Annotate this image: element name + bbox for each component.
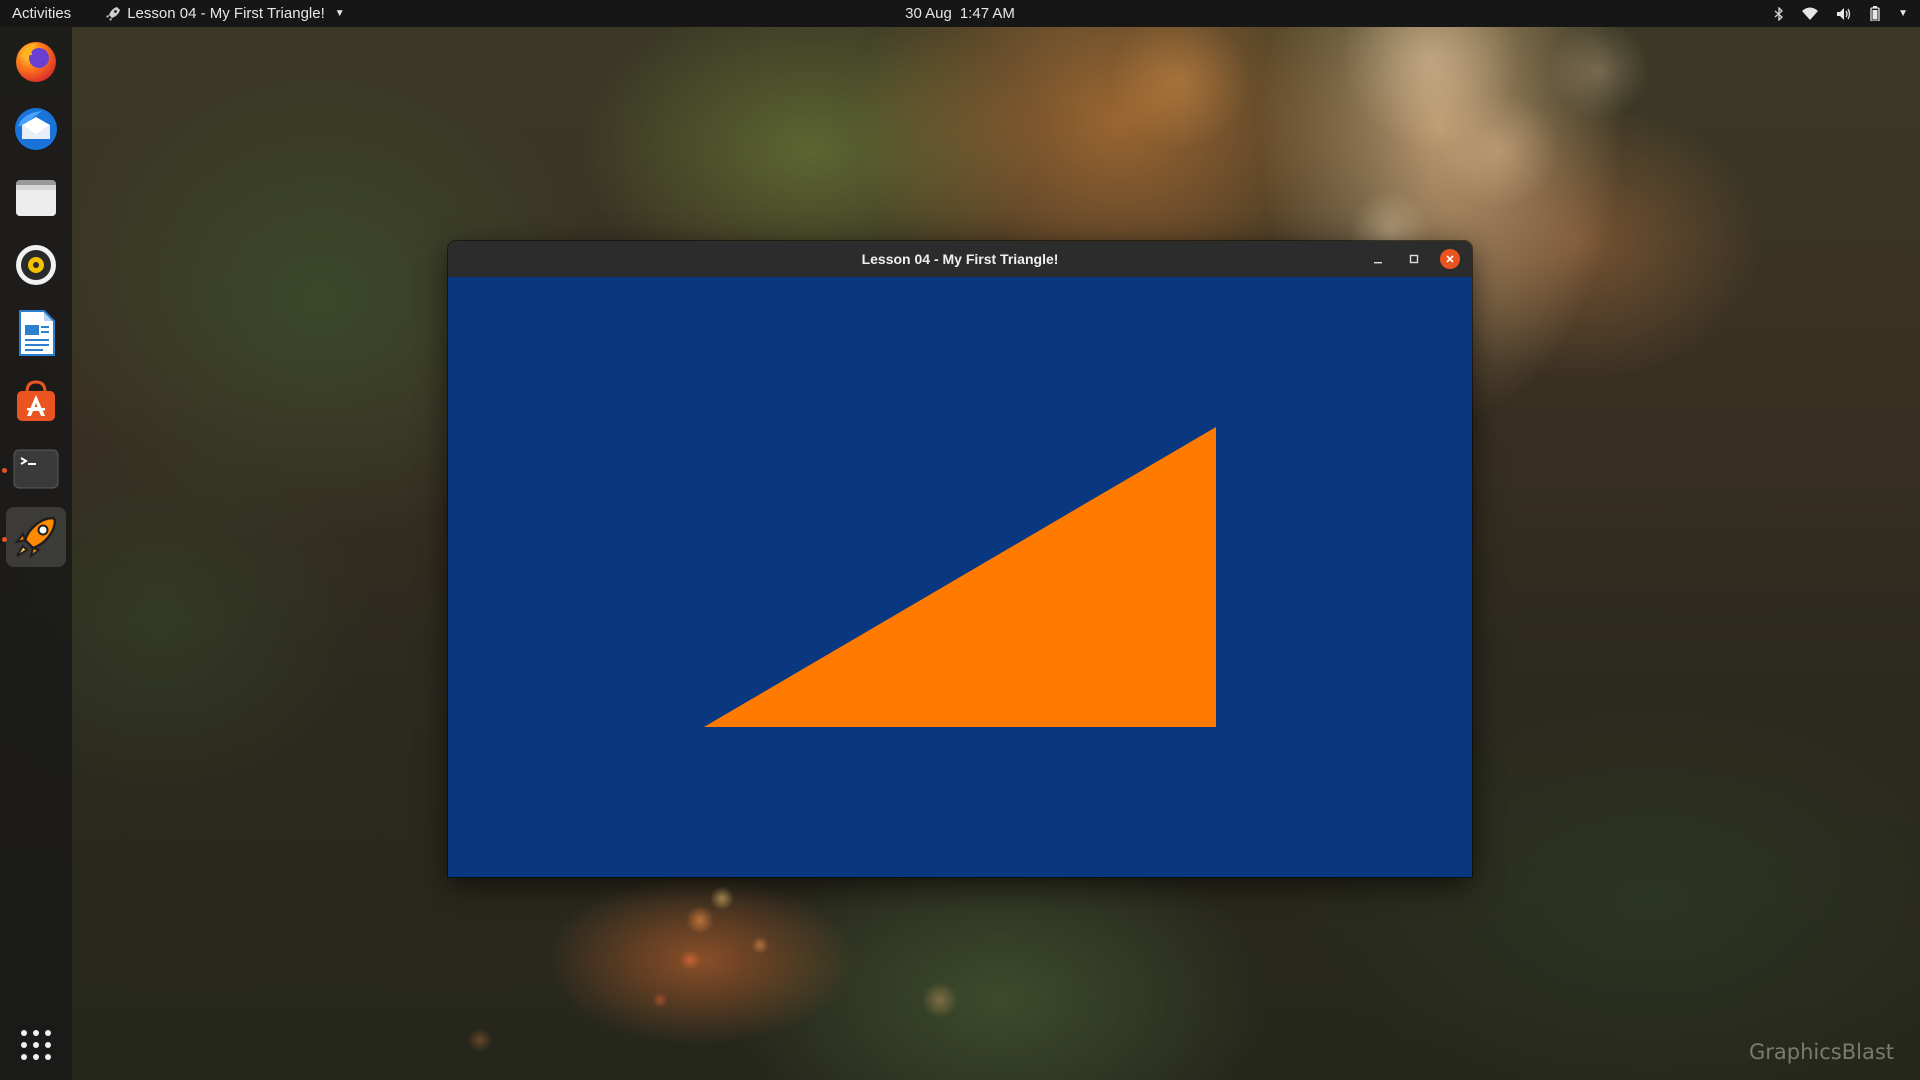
firefox-icon bbox=[16, 42, 56, 82]
rhythmbox-icon bbox=[16, 245, 56, 285]
render-surface bbox=[448, 277, 1472, 877]
dock-item-firefox[interactable] bbox=[6, 31, 66, 91]
lesson-running-indicator bbox=[2, 537, 7, 542]
activities-button[interactable]: Activities bbox=[0, 5, 83, 22]
terminal-running-indicator bbox=[2, 468, 7, 473]
system-menu-caret-icon: ▼ bbox=[1898, 8, 1908, 19]
libreoffice-writer-icon bbox=[19, 310, 55, 356]
clock-button[interactable]: 30 Aug 1:47 AM bbox=[905, 5, 1015, 22]
rocket-icon bbox=[106, 6, 121, 21]
window-titlebar[interactable]: Lesson 04 - My First Triangle! bbox=[448, 241, 1472, 277]
dock-item-ubuntu-software[interactable] bbox=[6, 371, 66, 431]
window-controls bbox=[1368, 241, 1460, 277]
ubuntu-software-icon bbox=[17, 380, 55, 421]
rocket-icon bbox=[14, 516, 57, 559]
app-menu[interactable]: Lesson 04 - My First Triangle! ▼ bbox=[105, 5, 345, 22]
maximize-icon[interactable] bbox=[1404, 249, 1424, 269]
app-window: Lesson 04 - My First Triangle! bbox=[448, 241, 1472, 877]
terminal-icon bbox=[13, 449, 59, 489]
opengl-viewport bbox=[448, 277, 1472, 877]
chevron-down-icon: ▼ bbox=[334, 8, 345, 19]
system-tray[interactable]: ▼ bbox=[1774, 0, 1908, 27]
battery-icon bbox=[1870, 6, 1880, 21]
dock-item-terminal[interactable] bbox=[6, 439, 66, 499]
watermark: GraphicsBlast bbox=[1748, 1040, 1894, 1064]
dock bbox=[0, 27, 72, 1080]
clock-time: 1:47 AM bbox=[959, 5, 1015, 22]
window-title: Lesson 04 - My First Triangle! bbox=[861, 251, 1059, 267]
dock-item-rhythmbox[interactable] bbox=[6, 235, 66, 295]
close-icon[interactable] bbox=[1440, 249, 1460, 269]
dock-item-thunderbird[interactable] bbox=[6, 99, 66, 159]
wifi-icon bbox=[1802, 7, 1819, 21]
clock-date: 30 Aug bbox=[905, 5, 952, 22]
thunderbird-icon bbox=[15, 108, 57, 150]
dock-item-libreoffice-writer[interactable] bbox=[6, 303, 66, 363]
dock-item-lesson-04[interactable] bbox=[6, 507, 66, 567]
dock-item-files[interactable] bbox=[6, 167, 66, 227]
volume-icon bbox=[1836, 7, 1852, 21]
bluetooth-icon bbox=[1774, 6, 1784, 21]
app-menu-title: Lesson 04 - My First Triangle! bbox=[127, 5, 325, 22]
show-applications-icon[interactable] bbox=[21, 1030, 51, 1060]
top-bar: Activities Lesson 04 - My First Triangle… bbox=[0, 0, 1920, 27]
minimize-icon[interactable] bbox=[1368, 249, 1388, 269]
files-icon bbox=[16, 180, 56, 216]
